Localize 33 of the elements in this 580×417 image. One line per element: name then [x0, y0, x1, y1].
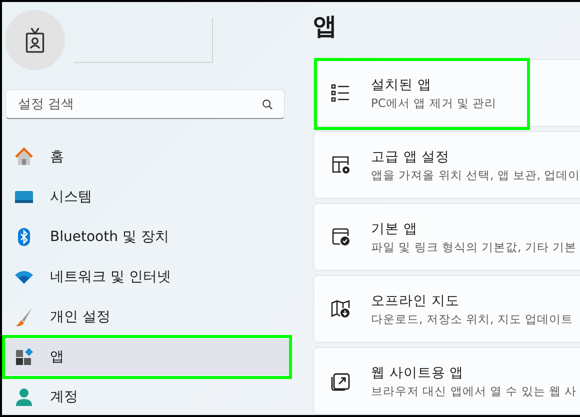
card-title: 오프라인 지도 — [371, 292, 460, 310]
nav-item[interactable]: 시스템 — [5, 179, 290, 215]
card-title: 기본 앱 — [371, 220, 418, 238]
paintbrush-icon — [14, 307, 34, 327]
nav-item[interactable]: 네트워크 및 인터넷 — [5, 259, 290, 295]
card-title: 설치된 앱 — [371, 76, 432, 94]
card-subtitle: 브라우저 대신 앱에서 열 수 있는 웹 사 — [371, 384, 577, 398]
page-title: 앱 — [313, 11, 338, 42]
card-subtitle: PC에서 앱 제거 및 관리 — [371, 96, 497, 110]
settings-card[interactable]: 고급 앱 설정 앱을 가져올 위치 선택, 앱 보관, 업데이 — [313, 131, 580, 199]
search-field[interactable]: 설정 검색 — [5, 89, 285, 119]
nav-item[interactable]: 홈 — [5, 139, 290, 175]
house-icon — [14, 147, 34, 167]
list-icon — [331, 83, 351, 103]
settings-card[interactable]: 설치된 앱 PC에서 앱 제거 및 관리 — [313, 59, 580, 127]
settings-card[interactable]: 웹 사이트용 앱 브라우저 대신 앱에서 열 수 있는 웹 사 — [313, 347, 580, 415]
person-icon — [14, 387, 34, 407]
card-title: 웹 사이트용 앱 — [371, 364, 465, 382]
open-link-icon — [331, 371, 351, 391]
map-download-icon — [331, 299, 351, 319]
nav-item[interactable]: 계정 — [5, 379, 290, 415]
nav-item[interactable]: Bluetooth 및 장치 — [5, 219, 290, 255]
nav-item[interactable]: 개인 설정 — [5, 299, 290, 335]
settings-card[interactable]: 기본 앱 파일 및 링크 형식의 기본값, 기타 기본 — [313, 203, 580, 271]
card-subtitle: 파일 및 링크 형식의 기본값, 기타 기본 — [371, 240, 577, 254]
card-subtitle: 앱을 가져올 위치 선택, 앱 보관, 업데이 — [371, 168, 580, 182]
window-gear-icon — [331, 155, 351, 175]
card-subtitle: 다운로드, 저장소 위치, 지도 업데이트 — [371, 312, 573, 326]
window-check-icon — [331, 227, 351, 247]
search-icon — [262, 99, 273, 110]
settings-card[interactable]: 오프라인 지도 다운로드, 저장소 위치, 지도 업데이트 — [313, 275, 580, 343]
card-title: 고급 앱 설정 — [371, 148, 451, 166]
apps-icon — [14, 347, 34, 367]
